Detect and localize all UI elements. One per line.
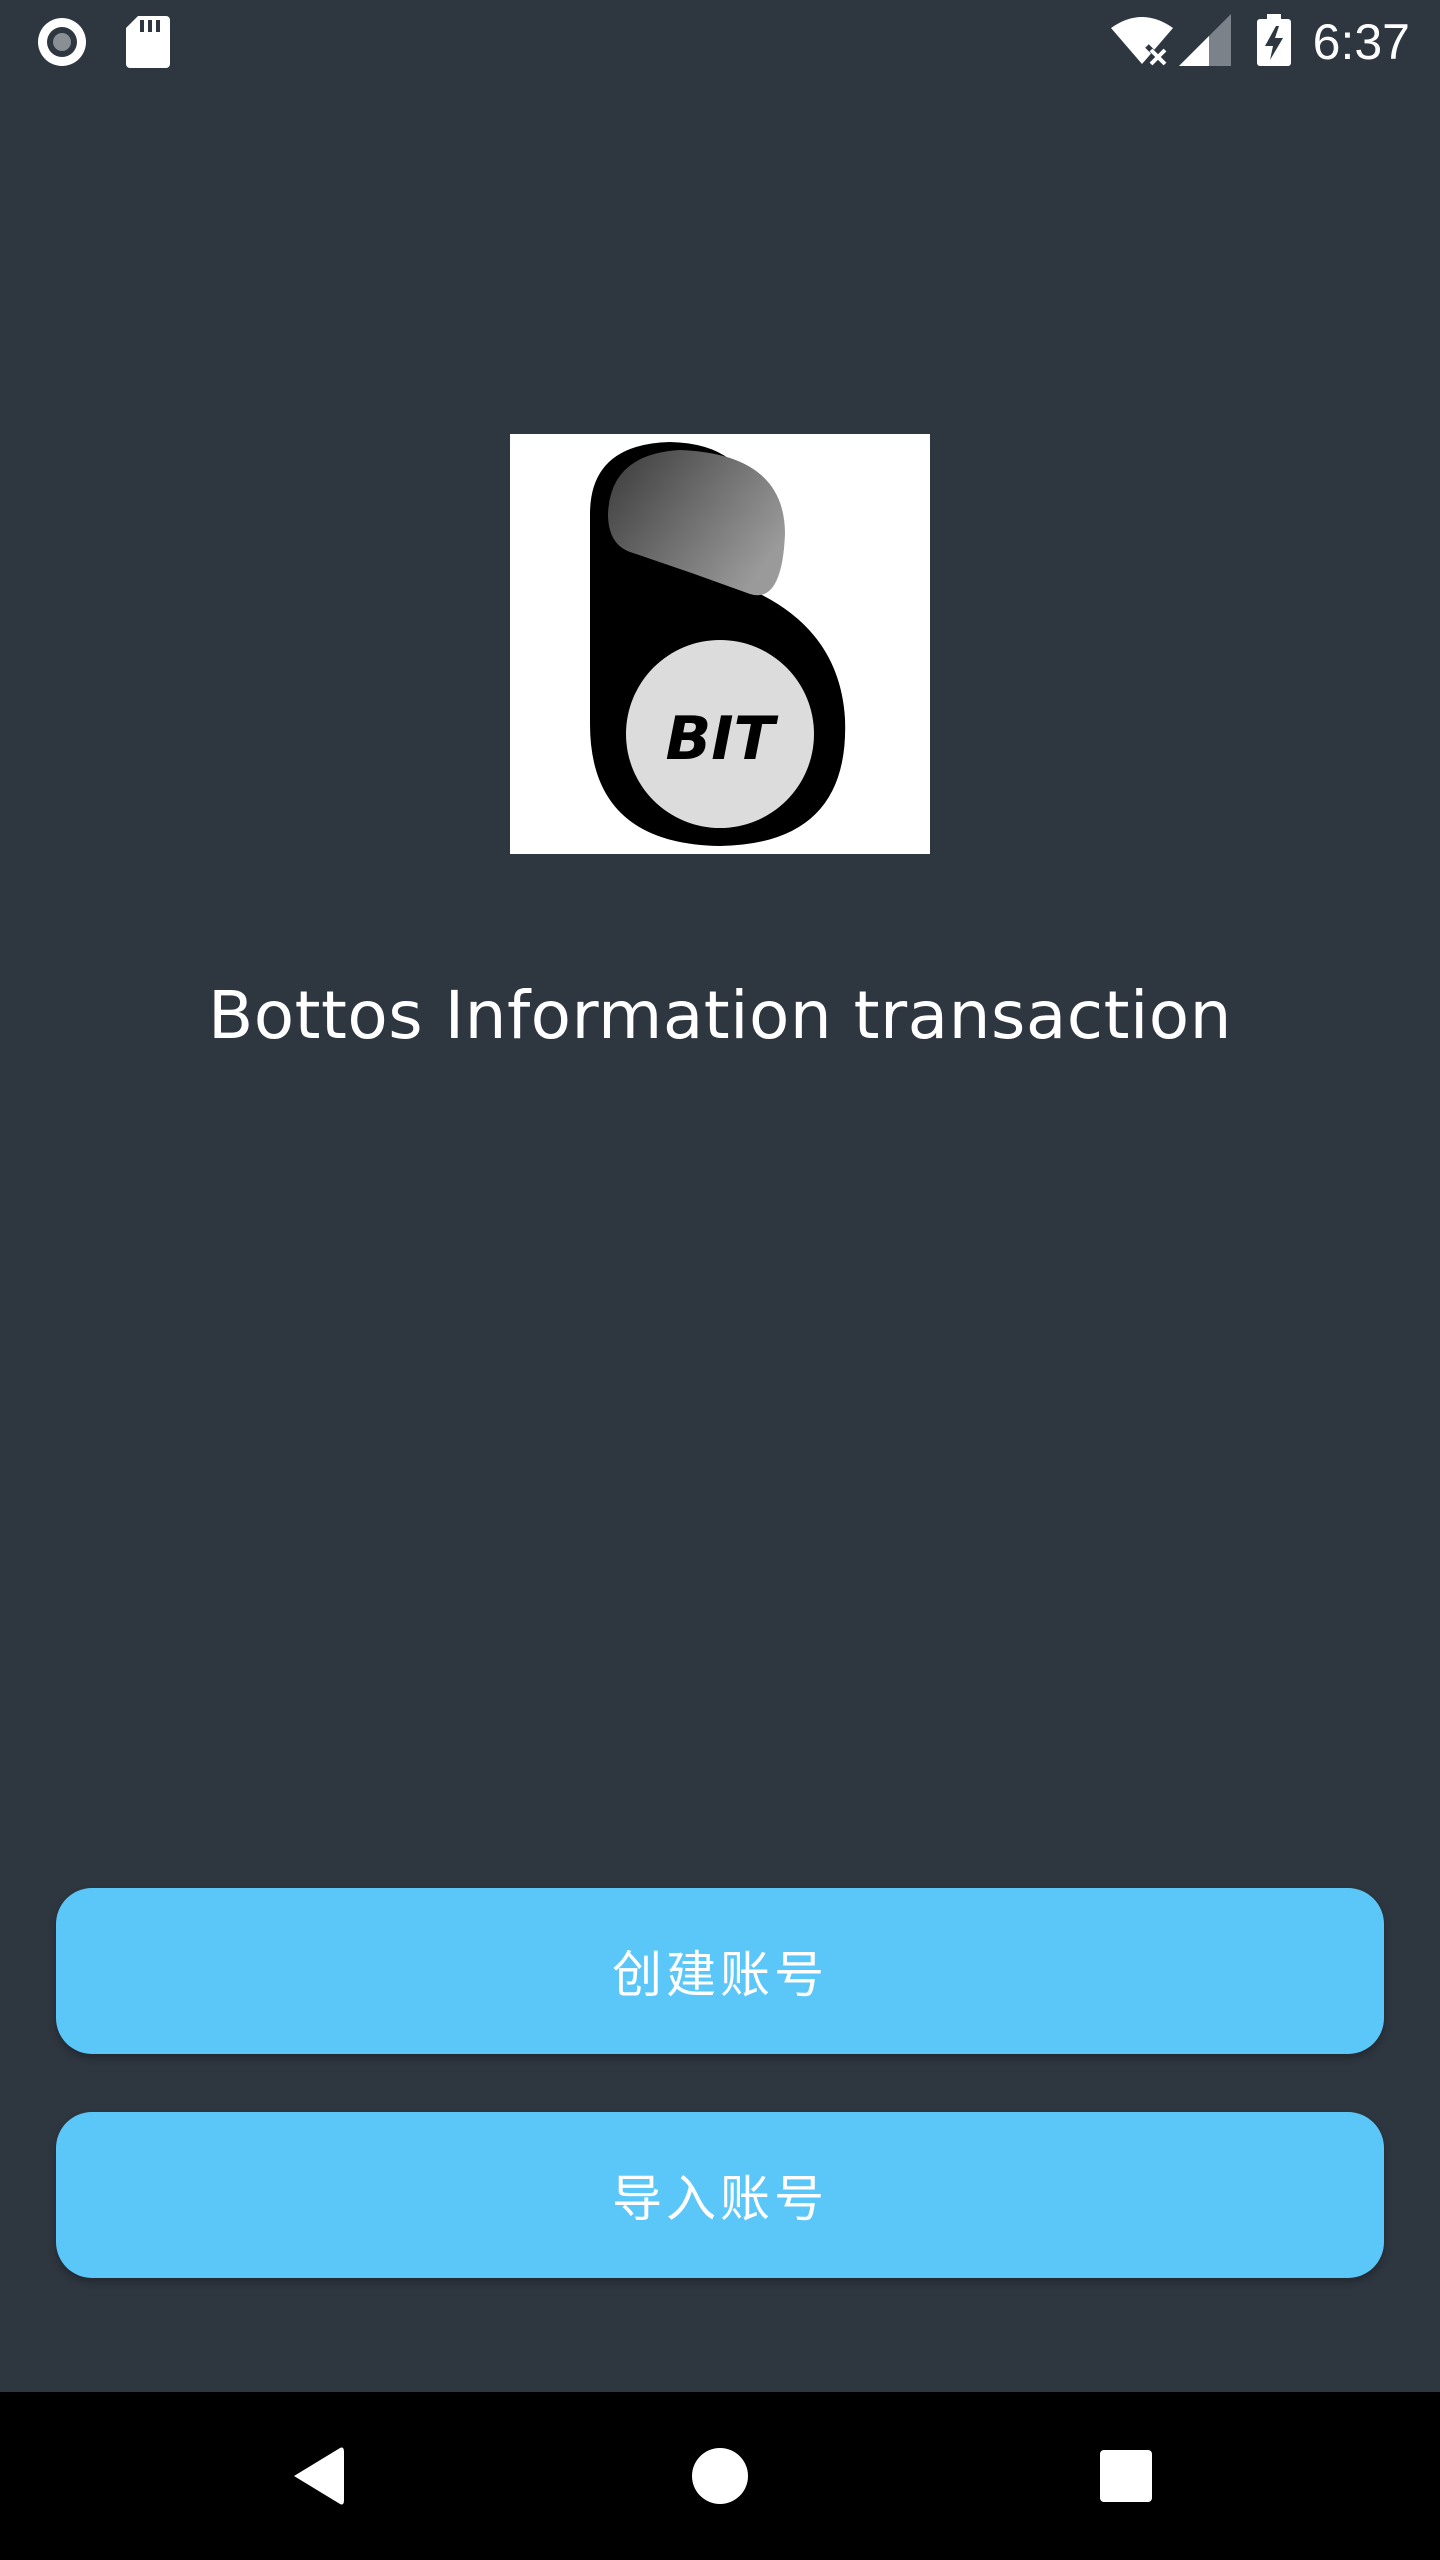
back-button[interactable]	[234, 2392, 402, 2560]
status-bar: 6:37	[0, 0, 1440, 84]
import-account-label: 导入账号	[612, 2170, 828, 2228]
navigation-bar	[0, 2392, 1440, 2560]
bit-logo-icon: BIT	[590, 442, 846, 846]
create-account-label: 创建账号	[612, 1946, 828, 2004]
import-account-button[interactable]: 导入账号	[56, 2112, 1384, 2278]
home-button[interactable]	[636, 2392, 804, 2560]
status-time: 6:37	[1312, 14, 1410, 70]
app-screen: 6:37 BIT Bottos Information transaction …	[0, 0, 1440, 2560]
app-logo: BIT	[510, 434, 930, 854]
home-icon	[692, 2448, 748, 2504]
recents-icon	[1100, 2450, 1152, 2502]
cell-signal-icon	[1178, 13, 1231, 71]
create-account-button[interactable]: 创建账号	[56, 1888, 1384, 2054]
status-icons: 6:37	[1109, 0, 1410, 84]
app-title: Bottos Information transaction	[207, 977, 1232, 1054]
back-icon	[294, 2447, 344, 2505]
recents-button[interactable]	[1042, 2392, 1210, 2560]
logo-text: BIT	[666, 704, 779, 774]
record-icon	[36, 16, 88, 73]
battery-charging-icon	[1256, 13, 1291, 71]
wifi-no-internet-icon	[1109, 14, 1175, 71]
sd-card-icon	[126, 16, 170, 73]
